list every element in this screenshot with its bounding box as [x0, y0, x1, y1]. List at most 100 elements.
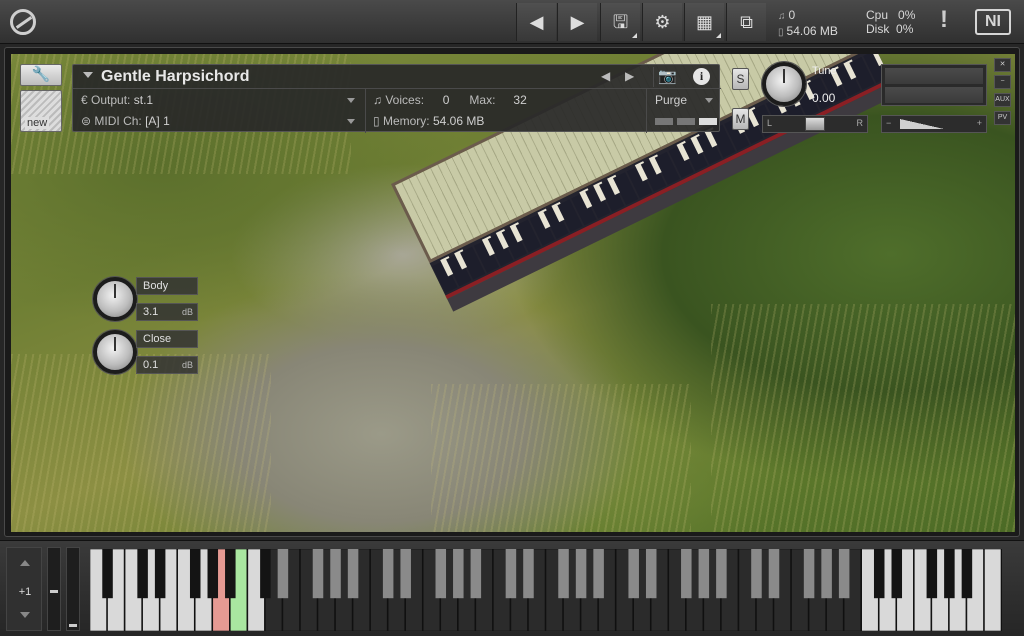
disk-value: 0% — [896, 22, 914, 36]
output-icon: € — [81, 93, 88, 107]
kontakt-logo-icon[interactable] — [10, 9, 36, 35]
octave-up-icon[interactable] — [20, 560, 30, 566]
black-key[interactable] — [575, 549, 587, 599]
black-key[interactable] — [435, 549, 447, 599]
black-key[interactable] — [330, 549, 341, 599]
black-key[interactable] — [137, 549, 148, 599]
purge-menu[interactable]: Purge — [655, 93, 687, 113]
volume-slider[interactable]: − + — [881, 115, 987, 133]
instrument-menu-caret-icon[interactable] — [83, 72, 93, 78]
camera-icon[interactable]: 📷 — [653, 67, 681, 87]
max-voices-value[interactable]: 32 — [499, 93, 526, 107]
black-key[interactable] — [891, 549, 903, 599]
memory-value: 54.06 MB — [432, 114, 485, 128]
previous-button[interactable]: ◀ — [516, 3, 556, 41]
triangle-left-icon: ◀ — [529, 12, 544, 32]
disk-label: Disk — [866, 22, 890, 36]
warning-indicator[interactable]: ! — [932, 6, 956, 38]
black-key[interactable] — [558, 549, 569, 599]
black-key[interactable] — [873, 549, 885, 599]
close-value[interactable]: 0.1 dB — [136, 356, 198, 374]
purge-dropdown-icon[interactable] — [705, 98, 713, 103]
midi-icon: ⊜ — [81, 114, 92, 128]
white-key[interactable] — [984, 549, 1002, 631]
black-key[interactable] — [207, 549, 219, 599]
toolbar-voices-value: 0 — [788, 8, 796, 22]
black-key[interactable] — [803, 549, 815, 599]
layout-button[interactable]: ▦ — [684, 3, 724, 41]
black-key[interactable] — [382, 549, 394, 599]
piano-keyboard[interactable] — [90, 549, 1002, 631]
pitch-bend-wheel[interactable] — [47, 547, 61, 631]
save-button[interactable]: 🖫 — [600, 3, 640, 41]
black-key[interactable] — [821, 549, 832, 599]
tune-label: Tune — [812, 65, 837, 77]
next-instrument-arrow-icon[interactable]: ▶ — [625, 69, 634, 83]
black-key[interactable] — [347, 549, 359, 599]
resize-button[interactable]: ⧉ — [726, 3, 766, 41]
info-icon[interactable]: i — [693, 68, 710, 85]
black-key[interactable] — [593, 549, 604, 599]
voices-label: Voices: — [385, 93, 425, 107]
black-key[interactable] — [523, 549, 534, 599]
settings-button[interactable]: ⚙ — [642, 3, 682, 41]
black-key[interactable] — [312, 549, 324, 599]
output-value: st.1 — [133, 93, 154, 107]
body-label: Body — [136, 277, 198, 295]
voices-icon: ♫ — [778, 11, 786, 22]
output-selector[interactable]: € Output: st.1 — [81, 93, 153, 113]
instrument-header: Gentle Harpsichord ◀ ▶ 📷 i € Output: st.… — [72, 64, 721, 134]
pan-slider-handle[interactable] — [805, 117, 825, 131]
wrench-button[interactable]: 🔧 — [20, 64, 62, 86]
black-key[interactable] — [470, 549, 482, 599]
black-key[interactable] — [716, 549, 727, 599]
gear-icon: ⚙ — [654, 12, 671, 32]
black-key[interactable] — [944, 549, 955, 599]
minimize-instrument-button[interactable]: − — [994, 75, 1011, 89]
black-key[interactable] — [681, 549, 692, 599]
octave-selector[interactable]: +1 — [6, 547, 42, 631]
aux-button[interactable]: AUX — [994, 93, 1011, 107]
body-value[interactable]: 3.1 dB — [136, 303, 198, 321]
cpu-disk-readout: Cpu 0% Disk 0% — [866, 8, 915, 36]
next-button[interactable]: ▶ — [557, 3, 597, 41]
black-key[interactable] — [400, 549, 411, 599]
midi-dropdown-icon[interactable] — [347, 119, 355, 124]
wrench-icon: 🔧 — [31, 66, 51, 83]
voices-memory-readout: ♫ 0 ▯ 54.06 MB — [778, 8, 838, 40]
instrument-name[interactable]: Gentle Harpsichord — [101, 68, 249, 86]
new-instrument-button[interactable]: new — [20, 90, 62, 132]
black-key[interactable] — [260, 549, 271, 599]
black-key[interactable] — [154, 549, 166, 599]
tune-value[interactable]: 0.00 — [812, 91, 835, 105]
mute-button[interactable]: M — [732, 108, 749, 130]
close-knob[interactable] — [93, 330, 137, 374]
mod-wheel[interactable] — [66, 547, 80, 631]
black-key[interactable] — [645, 549, 657, 599]
black-key[interactable] — [189, 549, 201, 599]
black-key[interactable] — [961, 549, 973, 599]
output-dropdown-icon[interactable] — [347, 98, 355, 103]
midi-channel-selector[interactable]: ⊜ MIDI Ch: [A] 1 — [81, 114, 170, 134]
black-key[interactable] — [225, 549, 236, 599]
pv-button[interactable]: PV — [994, 111, 1011, 125]
prev-instrument-arrow-icon[interactable]: ◀ — [601, 69, 610, 83]
close-instrument-button[interactable]: ✕ — [994, 58, 1011, 72]
black-key[interactable] — [926, 549, 938, 599]
black-key[interactable] — [102, 549, 113, 599]
solo-button[interactable]: S — [732, 68, 749, 90]
pan-slider[interactable]: L R — [762, 115, 868, 133]
tune-knob[interactable] — [762, 62, 806, 106]
body-knob[interactable] — [93, 277, 137, 321]
black-key[interactable] — [698, 549, 710, 599]
black-key[interactable] — [838, 549, 850, 599]
ni-logo[interactable]: NI — [975, 9, 1011, 35]
black-key[interactable] — [505, 549, 517, 599]
octave-down-icon[interactable] — [20, 612, 30, 618]
black-key[interactable] — [277, 549, 289, 599]
window-resize-icon: ⧉ — [740, 12, 753, 32]
black-key[interactable] — [453, 549, 464, 599]
black-key[interactable] — [628, 549, 639, 599]
black-key[interactable] — [768, 549, 780, 599]
black-key[interactable] — [751, 549, 762, 599]
